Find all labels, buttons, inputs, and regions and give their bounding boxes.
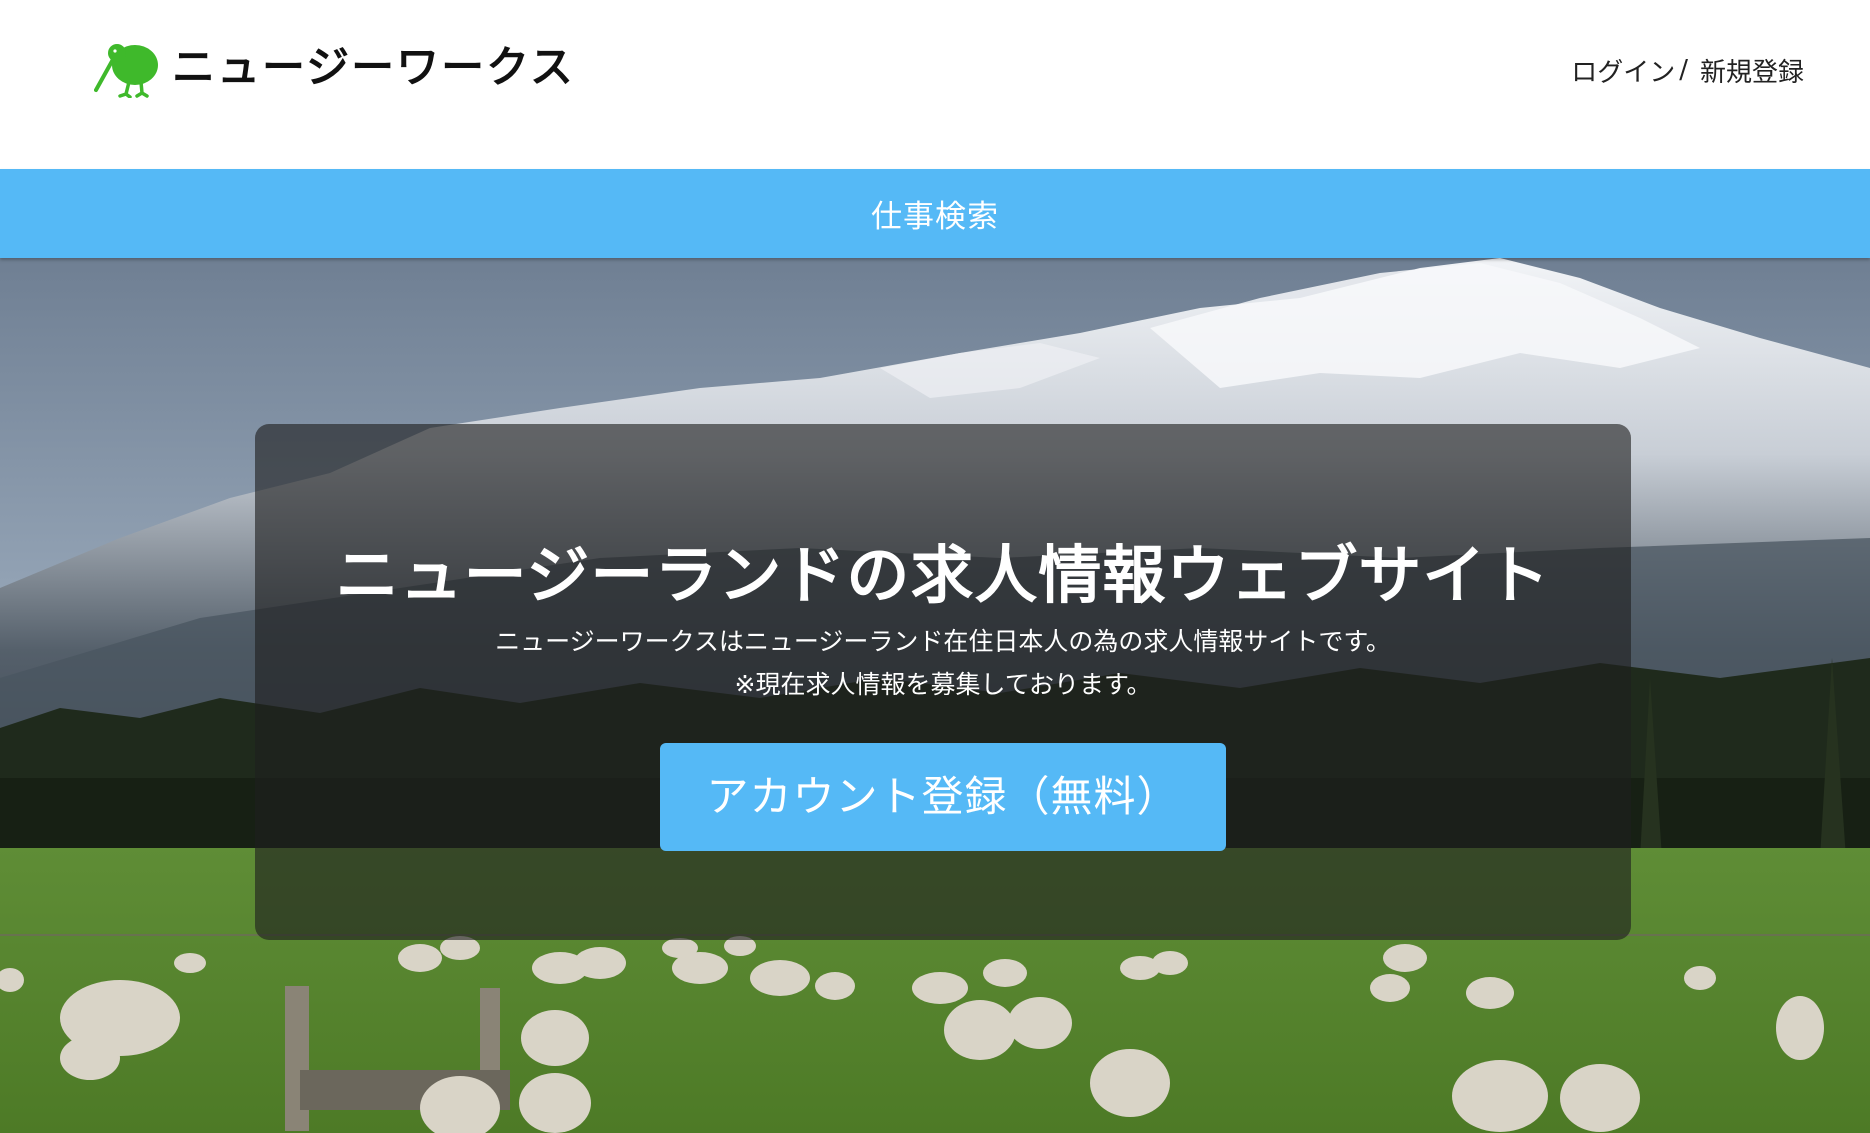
hero-description-line-2: ※現在求人情報を募集しております。 bbox=[734, 670, 1152, 699]
hero-description-line-1: ニュージーワークスはニュージーランド在住日本人の為の求人情報サイトです。 bbox=[495, 627, 1391, 656]
hero-title: ニュージーランドの求人情報ウェブサイト bbox=[335, 539, 1551, 612]
hero-description: ニュージーワークスはニュージーランド在住日本人の為の求人情報サイトです。 ※現在… bbox=[255, 620, 1631, 706]
hero-section: ニュージーランドの求人情報ウェブサイト ニュージーワークスはニュージーランド在住… bbox=[0, 258, 1870, 1133]
nav-job-search[interactable]: 仕事検索 bbox=[871, 191, 999, 236]
register-account-button[interactable]: アカウント登録（無料） bbox=[660, 743, 1226, 851]
main-nav-bar: 仕事検索 bbox=[0, 169, 1870, 258]
register-link[interactable]: 新規登録 bbox=[1700, 52, 1804, 89]
logo-text: ニュージーワークス bbox=[172, 43, 575, 93]
site-header: ニュージーワークス ログイン / 新規登録 bbox=[0, 0, 1870, 169]
logo-link[interactable]: ニュージーワークス bbox=[94, 38, 575, 98]
login-link[interactable]: ログイン bbox=[1571, 52, 1675, 89]
kiwi-bird-icon bbox=[94, 44, 158, 98]
auth-separator: / bbox=[1679, 55, 1688, 85]
auth-links: ログイン / 新規登録 bbox=[1571, 50, 1804, 90]
hero-overlay-panel: ニュージーランドの求人情報ウェブサイト ニュージーワークスはニュージーランド在住… bbox=[255, 424, 1631, 940]
